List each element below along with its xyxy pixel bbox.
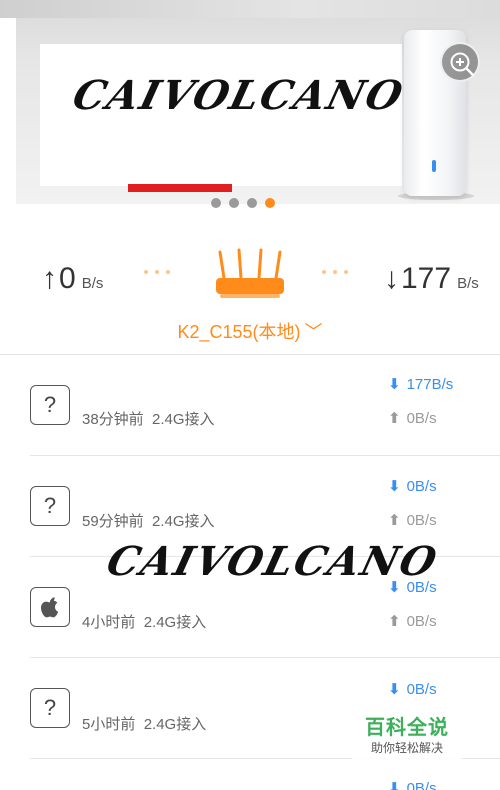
router-selector[interactable]: K2_C155(本地) ﹀ (0, 318, 500, 344)
download-arrow-icon: ⬇ (388, 681, 401, 698)
banner-red-strip (128, 184, 232, 192)
upload-unit: B/s (81, 275, 104, 292)
device-download-rate: ⬇ 0B/s (388, 478, 437, 495)
upload-arrow-icon: ⬆ (388, 613, 401, 630)
device-upload-rate: ⬆ 0B/s (388, 512, 437, 529)
download-flow-dots (322, 270, 348, 274)
device-band: 2.4G接入 (152, 513, 215, 530)
router-icon (216, 248, 284, 298)
unknown-device-icon: ? (30, 385, 70, 425)
router-led (432, 160, 436, 172)
carousel-dot[interactable] (229, 198, 239, 208)
zoom-in-button[interactable] (440, 42, 480, 82)
device-band: 2.4G接入 (152, 411, 215, 428)
baike-logo: 百科全说 助你轻松解决 (352, 716, 462, 762)
device-row[interactable]: ? 38分钟前 2.4G接入 ⬇ 177B/s ⬆ 0B/s (0, 355, 500, 457)
upload-arrow-icon: ↑ (42, 262, 57, 295)
device-band: 2.4G接入 (143, 716, 207, 733)
device-last-seen: 4小时前 (82, 614, 136, 631)
device-download-rate: ⬇ 177B/s (388, 376, 454, 393)
apple-icon (41, 597, 59, 618)
download-arrow-icon: ⬇ (388, 478, 401, 495)
unknown-device-icon: ? (30, 486, 70, 526)
device-last-seen: 59分钟前 (82, 513, 144, 530)
device-upload-rate: ⬆ 0B/s (388, 410, 437, 427)
watermark-text: CAIVOLCANO (102, 538, 444, 585)
baike-subtitle: 助你轻松解决 (370, 741, 443, 755)
device-connection-info: 38分钟前 2.4G接入 (82, 408, 215, 429)
baike-title: 百科全说 (365, 717, 449, 739)
device-connection-info: 4小时前 2.4G接入 (82, 611, 206, 632)
chevron-down-icon: ﹀ (304, 322, 323, 342)
device-connection-info: 59分钟前 2.4G接入 (82, 510, 215, 531)
download-unit: B/s (457, 275, 479, 292)
download-rate: ↓ 177 B/s (384, 262, 479, 296)
apple-device-icon (30, 587, 70, 627)
upload-flow-dots (144, 270, 170, 274)
carousel-dot[interactable] (247, 198, 257, 208)
device-band: 2.4G接入 (143, 614, 207, 631)
upload-arrow-icon: ⬆ (388, 512, 401, 529)
download-arrow-icon: ⬇ (388, 780, 401, 790)
router-name-label: K2_C155(本地) (177, 322, 301, 342)
device-upload-rate: ⬆ 0B/s (388, 613, 437, 630)
upload-arrow-icon: ⬆ (388, 410, 401, 427)
unknown-device-icon: ? (30, 688, 70, 728)
device-row[interactable]: ⬇ 0B/s (0, 759, 500, 790)
zoom-in-icon (450, 52, 475, 77)
watermark-text: CAIVOLCANO (68, 72, 410, 119)
carousel-dot[interactable] (211, 198, 221, 208)
device-download-rate: ⬇ 0B/s (388, 779, 437, 790)
device-connection-info: 5小时前 2.4G接入 (82, 713, 206, 734)
device-last-seen: 38分钟前 (82, 411, 144, 428)
banner-top-strip (0, 0, 500, 18)
carousel-dot-active[interactable] (265, 198, 275, 208)
device-last-seen: 5小时前 (82, 716, 136, 733)
upload-value: 0 (59, 262, 76, 295)
carousel-indicator (211, 198, 275, 208)
download-arrow-icon: ↓ (384, 262, 399, 295)
download-value: 177 (401, 262, 452, 295)
download-arrow-icon: ⬇ (388, 376, 401, 393)
upload-rate: ↑ 0 B/s (42, 262, 103, 296)
device-download-rate: ⬇ 0B/s (388, 681, 437, 698)
